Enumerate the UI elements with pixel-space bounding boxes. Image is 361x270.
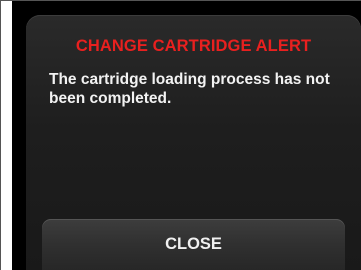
close-button-label: CLOSE — [165, 235, 222, 253]
alert-dialog: CHANGE CARTRIDGE ALERT The cartridge loa… — [26, 15, 361, 270]
frame-border-left — [0, 0, 1, 270]
alert-message: The cartridge loading process has not be… — [49, 71, 330, 107]
alert-title: CHANGE CARTRIDGE ALERT — [75, 37, 312, 55]
page: CHANGE CARTRIDGE ALERT The cartridge loa… — [0, 0, 361, 270]
device-screen: CHANGE CARTRIDGE ALERT The cartridge loa… — [12, 1, 361, 270]
close-button[interactable]: CLOSE — [42, 219, 345, 270]
